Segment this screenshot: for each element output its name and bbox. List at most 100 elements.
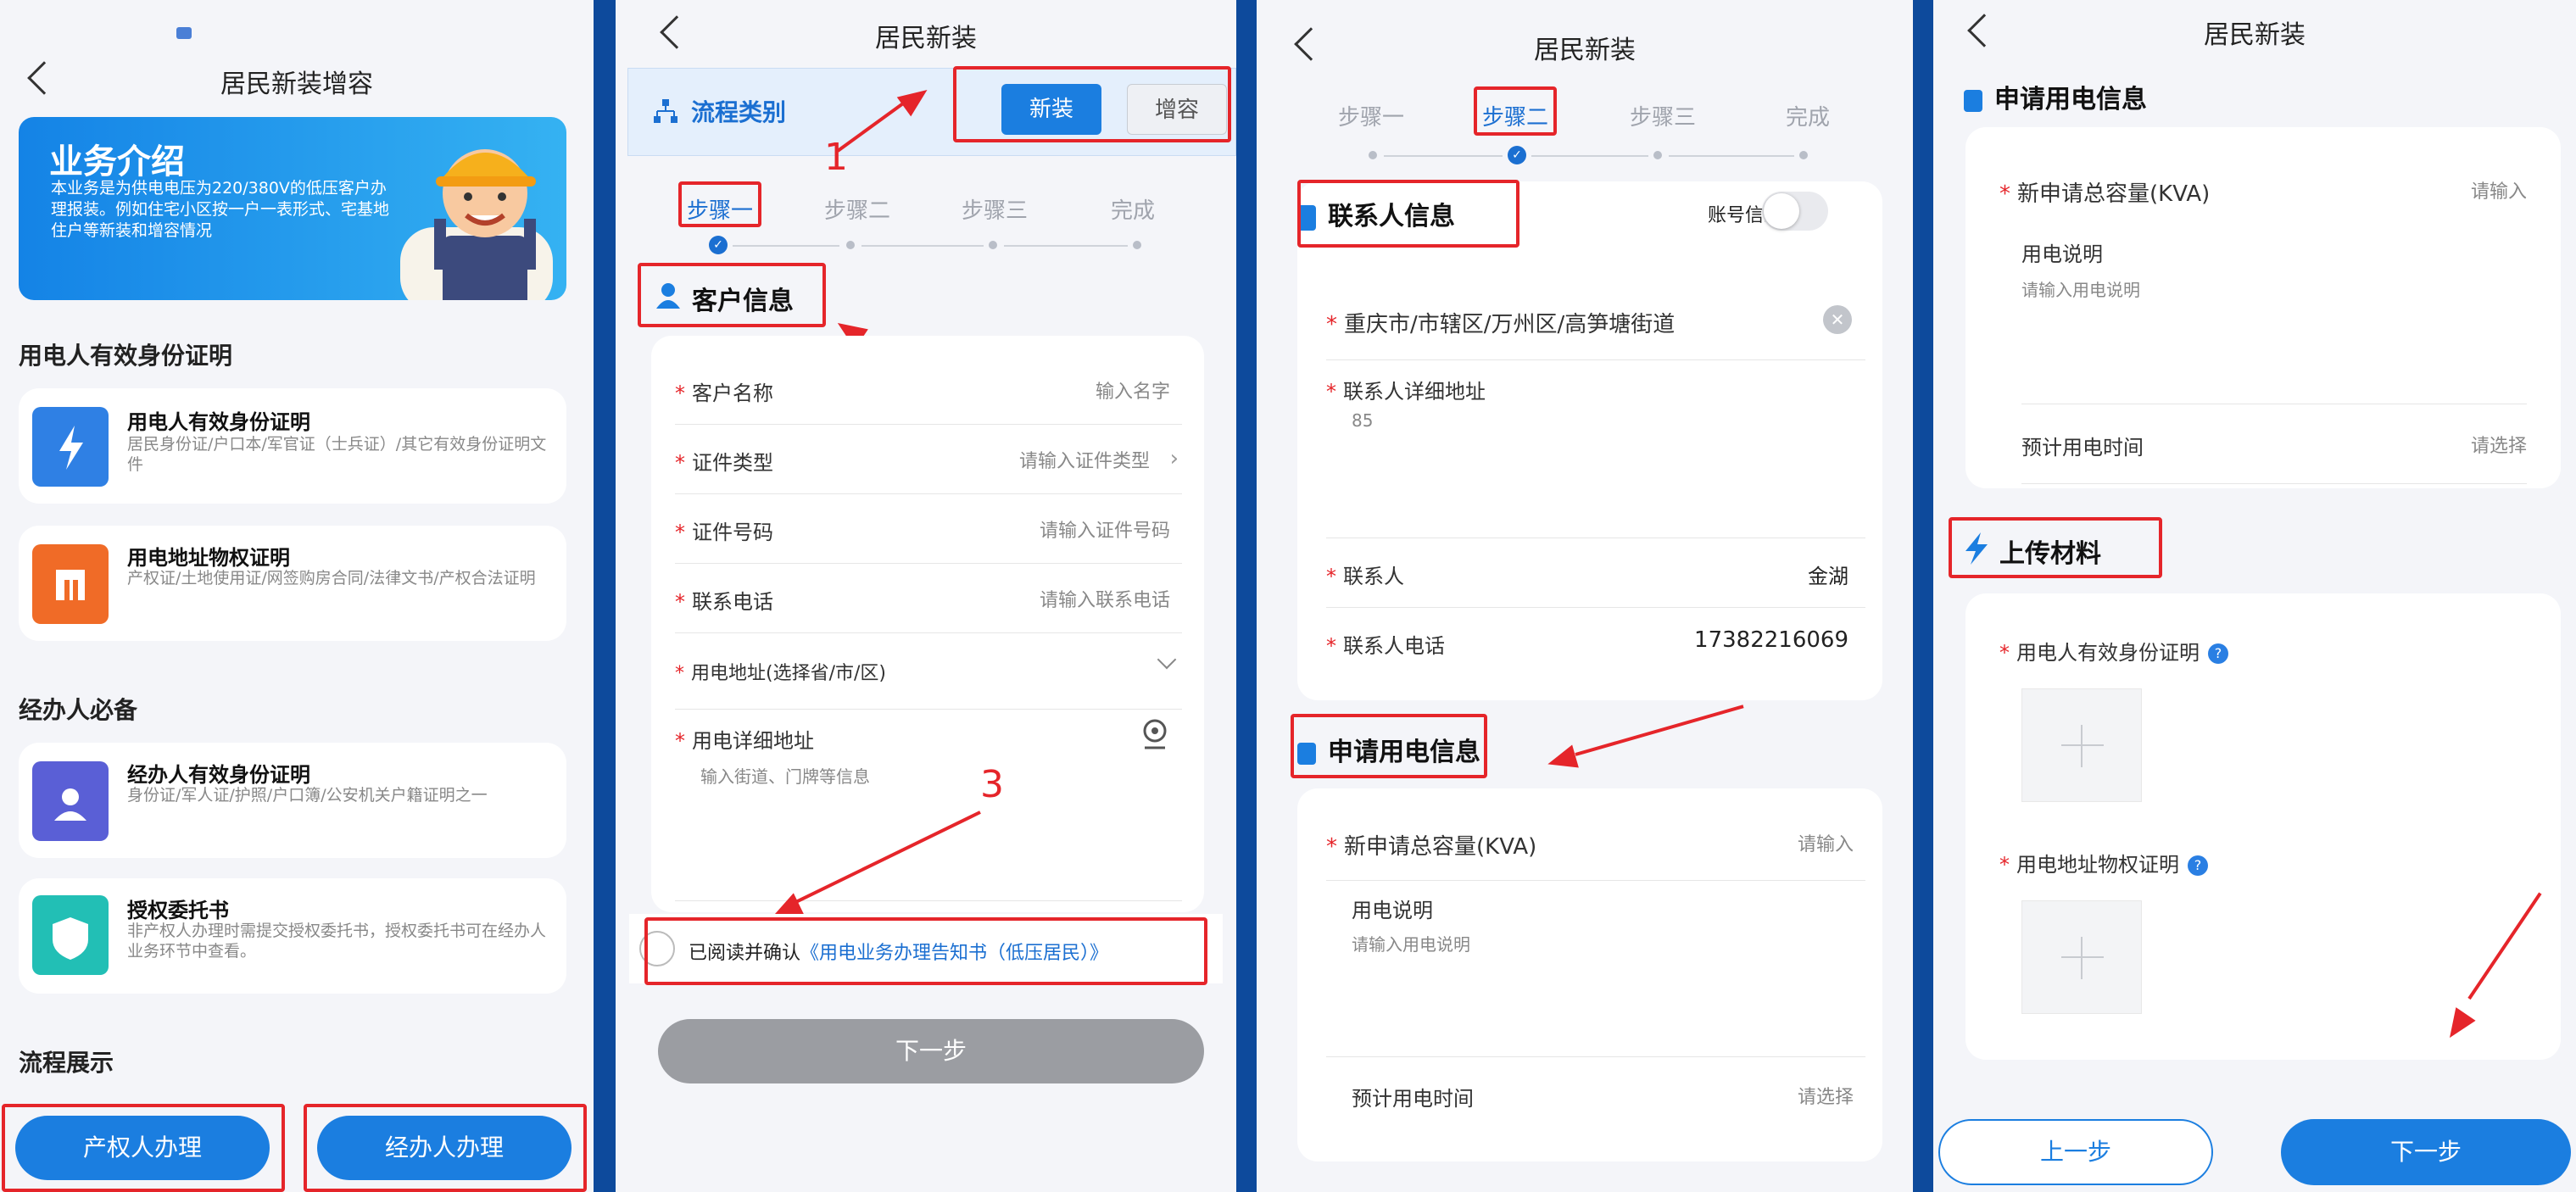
step-dot (846, 241, 855, 249)
divider (2021, 483, 2527, 484)
capacity-row[interactable]: * 新申请总容量(KVA) 请输入 (1965, 176, 2561, 208)
section-label: 客户信息 (692, 287, 794, 316)
divider (1326, 607, 1865, 608)
location-pin-icon[interactable] (1140, 717, 1170, 751)
annotation-arrow-head (1544, 744, 1579, 776)
flow-type-bar: 流程类别 新装 增容 (627, 68, 1236, 156)
person-icon (655, 281, 682, 310)
capacity-increase-button[interactable]: 增容 (1127, 84, 1227, 135)
page-title: 居民新装 (2204, 20, 2306, 50)
divider (675, 424, 1182, 425)
form-row-id-type[interactable]: * 证件类型 请输入证件类型 › (651, 446, 1204, 476)
address-region-select[interactable]: * 用电地址(选择省/市/区) (651, 649, 1204, 685)
agree-checkbox[interactable] (639, 931, 675, 966)
next-step-button[interactable]: 下一步 (2281, 1119, 2571, 1185)
chevron-down-icon (1157, 649, 1177, 670)
apply-card: * 新申请总容量(KVA) 请输入 用电说明 请输入用电说明 预计用电时间 请选择 (1965, 127, 2561, 488)
capacity-placeholder: 请输入 (2470, 181, 2527, 203)
time-placeholder: 请选择 (2470, 436, 2527, 457)
section-label: 申请用电信息 (1328, 738, 1480, 767)
contact-name-row[interactable]: * 联系人 金湖 (1297, 560, 1882, 589)
status-icon (176, 27, 192, 39)
upload-property-label: * 用电地址物权证明? (1965, 848, 2561, 877)
contact-phone-row[interactable]: * 联系人电话 17382216069 (1297, 627, 1882, 659)
divider (1326, 359, 1865, 360)
field-label: 联系人电话 (1343, 634, 1445, 658)
hierarchy-icon (652, 97, 679, 125)
new-install-button[interactable]: 新装 (1001, 84, 1101, 135)
panel-step-two: 居民新装 步骤一 步骤二 步骤三 完成 ✓ 联系人信息 账号信息 * 重庆市/市辖… (1257, 0, 1913, 1192)
region-field[interactable]: * 重庆市/市辖区/万州区/高笋塘街道 ✕ (1297, 305, 1882, 338)
navbar: 居民新装增容 (0, 0, 594, 99)
agreement-row: 已阅读并确认《用电业务办理告知书（低压居民）》 (629, 914, 1223, 983)
upload-title: 上传材料 (1964, 532, 2101, 570)
doc-description: 非产权人办理时需提交授权委托书，授权委托书可在经办人业务环节中查看。 (127, 922, 547, 961)
clear-icon[interactable]: ✕ (1823, 305, 1852, 334)
contact-name-value: 金湖 (1808, 565, 1848, 588)
annotation-arrow (1575, 705, 1744, 756)
doc-card-agent-id[interactable]: 经办人有效身份证明 身份证/军人证/护照/户口簿/公安机关户籍证明之一 (19, 743, 566, 858)
previous-step-button[interactable]: 上一步 (1938, 1119, 2213, 1185)
doc-card-property[interactable]: 用电地址物权证明 产权证/土地使用证/网签购房合同/法律文书/产权合法证明 (19, 526, 566, 641)
agent-handle-button[interactable]: 经办人办理 (317, 1116, 572, 1180)
doc-description: 居民身份证/户口本/军官证（士兵证）/其它有效身份证明文件 (127, 435, 547, 474)
step-connector (1384, 155, 1503, 157)
agreement-link[interactable]: 《用电业务办理告知书（低压居民）》 (800, 943, 1108, 964)
upload-card: * 用电人有效身份证明? * 用电地址物权证明? (1965, 593, 2561, 1060)
apply-info-title: 申请用电信息 (1297, 731, 1480, 768)
field-label: 用电地址物权证明 (2016, 853, 2179, 877)
step-done-label: 完成 (1786, 105, 1831, 131)
field-placeholder: 请输入联系电话 (1039, 590, 1170, 611)
account-info-toggle[interactable] (1762, 192, 1828, 231)
form-row-id-number[interactable]: * 证件号码 请输入证件号码 (651, 515, 1204, 545)
time-row[interactable]: 预计用电时间 请选择 (1297, 1082, 1882, 1111)
step-dot (1799, 151, 1808, 159)
toggle-knob (1764, 193, 1799, 229)
contact-card: 联系人信息 账号信息 * 重庆市/市辖区/万州区/高笋塘街道 ✕ * 联系人详细地址… (1297, 181, 1882, 700)
page-title: 居民新装增容 (220, 70, 373, 99)
time-row[interactable]: 预计用电时间 请选择 (1965, 431, 2561, 460)
divider (675, 632, 1182, 633)
divider (1326, 880, 1865, 881)
doc-card-authorization[interactable]: 授权委托书 非产权人办理时需提交授权委托书，授权委托书可在经办人业务环节中查看。 (19, 878, 566, 994)
doc-title: 用电人有效身份证明 (127, 410, 310, 434)
upload-property-plus[interactable] (2021, 900, 2142, 1014)
step-2-label: 步骤二 (824, 198, 891, 224)
field-label: 预计用电时间 (1352, 1087, 1474, 1111)
panel-intro: 居民新装增容 业务介绍 本业务是为供电电压为220/380V的低压客户办理报装。… (0, 0, 594, 1192)
step-1-label: 步骤一 (1338, 105, 1405, 131)
step-connector (1004, 245, 1128, 247)
banner-description: 本业务是为供电电压为220/380V的低压客户办理报装。例如住宅小区按一户一表形… (51, 179, 390, 240)
usage-input[interactable]: 请输入用电说明 (2021, 276, 2140, 301)
check-icon: ✓ (709, 236, 728, 254)
panel-step-two-upload: 居民新装 申请用电信息 * 新申请总容量(KVA) 请输入 用电说明 请输入用电说… (1933, 0, 2576, 1192)
owner-handle-button[interactable]: 产权人办理 (15, 1116, 270, 1180)
capacity-row[interactable]: * 新申请总容量(KVA) 请输入 (1297, 829, 1882, 861)
apply-info-title: 申请用电信息 (1964, 78, 2147, 115)
help-icon[interactable]: ? (2208, 643, 2228, 664)
page-title: 居民新装 (1534, 36, 1636, 65)
clipboard-icon (1964, 89, 1982, 112)
field-label: 用电地址(选择省/市/区) (691, 663, 886, 684)
detail-address-input[interactable]: 85 (1352, 410, 1373, 431)
step-connector (1531, 155, 1648, 157)
section-identity-title: 用电人有效身份证明 (19, 342, 233, 370)
address-detail-input[interactable]: 输入街道、门牌等信息 (700, 763, 870, 788)
section-label: 申请用电信息 (1994, 85, 2147, 114)
doc-card-identity[interactable]: 用电人有效身份证明 居民身份证/户口本/军官证（士兵证）/其它有效身份证明文件 (19, 388, 566, 504)
panel-step-one: 居民新装 流程类别 新装 增容 1 步骤一 步骤二 步骤三 完成 ✓ 客户信息 … (616, 0, 1236, 1192)
divider (675, 900, 1182, 901)
person-doc-icon (32, 761, 109, 841)
field-label: 联系人 (1343, 565, 1404, 588)
intro-banner: 业务介绍 本业务是为供电电压为220/380V的低压客户办理报装。例如住宅小区按… (19, 117, 566, 300)
help-icon[interactable]: ? (2188, 855, 2208, 876)
customer-info-title: 客户信息 (655, 280, 794, 317)
form-row-customer-name[interactable]: * 客户名称 输入名字 (651, 376, 1204, 406)
usage-input[interactable]: 请输入用电说明 (1352, 931, 1470, 955)
next-step-button[interactable]: 下一步 (658, 1019, 1204, 1083)
form-row-phone[interactable]: * 联系电话 请输入联系电话 (651, 585, 1204, 615)
upload-identity-plus[interactable] (2021, 688, 2142, 802)
doc-description: 身份证/军人证/护照/户口簿/公安机关户籍证明之一 (127, 786, 488, 805)
annotation-number: 3 (980, 763, 1004, 806)
step-dot (1369, 151, 1377, 159)
